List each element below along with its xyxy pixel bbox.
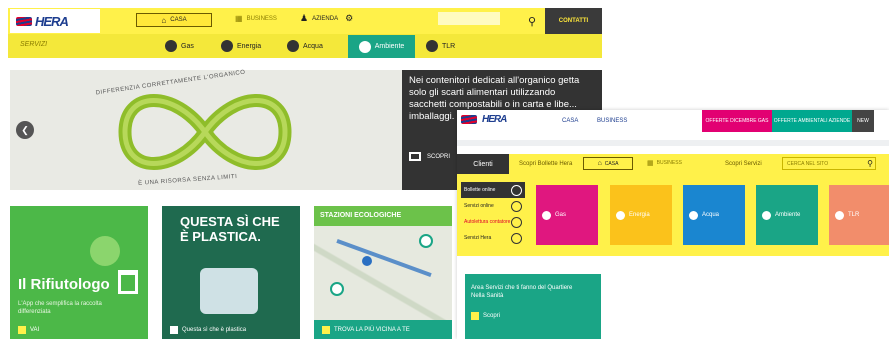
rifiutologo-subtitle: L'App che semplifica la raccolta differe… (18, 301, 102, 315)
right-site: HERA CASA BUSINESS OFFERTE DICEMBRE GAS … (457, 110, 889, 339)
right-top-link-business[interactable]: BUSINESS (597, 118, 627, 124)
tab-gas[interactable]: Gas (165, 38, 194, 54)
search-button[interactable]: ⚲ (520, 10, 544, 32)
right-logo[interactable]: HERA (461, 114, 507, 125)
plastica-card[interactable]: QUESTA SÌ CHE È PLASTICA. Questa sì che … (162, 206, 300, 339)
sub-nav-home[interactable]: ⌂ CASA (583, 157, 633, 170)
arrow-box-icon (170, 326, 178, 334)
rifiutologo-cta[interactable]: VAI (18, 326, 39, 334)
tab-ambiente[interactable]: Ambiente (348, 35, 415, 58)
contacts-button[interactable]: CONTATTI (545, 8, 602, 34)
info-box-text: Area Servizi che ti fanno del Quartiere … (471, 285, 573, 299)
leaf-icon (762, 210, 771, 220)
tile-ambiente[interactable]: Ambiente (756, 185, 818, 245)
home-icon: ⌂ (597, 160, 602, 167)
side-menu: Bollette online Servizi online Autolettu… (461, 182, 525, 248)
leaf-icon (358, 40, 371, 53)
circle-arrow-icon (511, 232, 522, 244)
stazioni-title: STAZIONI ECOLOGICHE (320, 212, 402, 219)
tile-energia[interactable]: Energia (610, 185, 672, 245)
building-icon: ▦ (235, 14, 243, 23)
sub-nav-right-link[interactable]: Scopri Servizi (725, 161, 762, 167)
offer-tab-gas[interactable]: OFFERTE DICEMBRE GAS (702, 110, 772, 132)
side-menu-item[interactable]: Servizi online (461, 198, 525, 214)
circle-arrow-icon (511, 200, 522, 212)
tab-acqua[interactable]: Acqua (287, 38, 323, 54)
logo[interactable]: HERA (10, 9, 100, 33)
side-menu-item[interactable]: Autolettura contatore (461, 214, 525, 230)
sub-nav-left-link[interactable]: Scopri Bollette Hera (519, 161, 572, 167)
stazioni-card[interactable]: STAZIONI ECOLOGICHE TROVA LA PIÙ VICINA … (314, 206, 452, 339)
circle-arrow-icon (511, 184, 522, 196)
info-box-cta[interactable]: Scopri (471, 312, 500, 320)
tab-energia[interactable]: Energia (221, 38, 261, 54)
chevron-left-icon: ❮ (21, 124, 29, 135)
search-input[interactable] (438, 12, 500, 25)
stazioni-cta[interactable]: TROVA LA PIÙ VICINA A TE (314, 320, 452, 339)
logo-wave-icon (16, 16, 32, 26)
sub-nav-business[interactable]: ▦ BUSINESS (647, 159, 682, 167)
info-box[interactable]: Area Servizi che ti fanno del Quartiere … (465, 274, 601, 339)
rifiutologo-card[interactable]: Il Rifiutologo L'App che semplifica la r… (10, 206, 148, 339)
rifiutologo-title: Il Rifiutologo (18, 276, 110, 293)
tab-tlr[interactable]: TLR (426, 38, 455, 54)
lightning-icon (221, 40, 233, 52)
logo-wave-icon (461, 115, 477, 124)
trash-bin-icon (118, 270, 138, 294)
circle-arrow-icon (511, 216, 522, 228)
right-top-link-casa[interactable]: CASA (562, 118, 578, 124)
tile-acqua[interactable]: Acqua (683, 185, 745, 245)
smiley-icon (90, 236, 120, 266)
building-icon: ▦ (647, 160, 654, 167)
plastica-title: QUESTA SÌ CHE È PLASTICA. (180, 214, 280, 244)
map-pin-icon (419, 234, 433, 248)
hero-cta-link[interactable]: SCOPRI (409, 152, 450, 161)
right-search-input[interactable]: CERCA NEL SITO ⚲ (782, 157, 876, 170)
services-label: SERVIZI (20, 41, 48, 48)
nav-home-button[interactable]: ⌂ CASA (136, 13, 212, 27)
offer-tab-ambientali[interactable]: OFFERTE AMBIENTALI AZIENDE (772, 110, 852, 132)
plastic-tray-image (200, 268, 258, 314)
clients-tab[interactable]: Clienti (457, 154, 509, 174)
side-menu-item[interactable]: Servizi Hera (461, 230, 525, 246)
map-pin-icon (362, 256, 372, 266)
arrow-box-icon (471, 312, 479, 320)
water-drop-icon (287, 40, 299, 52)
tile-tlr[interactable]: TLR (829, 185, 889, 245)
water-drop-icon (689, 210, 698, 220)
people-icon: ♟ (300, 13, 309, 23)
nav-company-link[interactable]: ♟ AZIENDA ⚙ (300, 13, 353, 24)
offer-tab-new[interactable]: NEW (852, 110, 874, 132)
gear-icon[interactable]: ⚙ (345, 13, 353, 24)
flame-icon (542, 210, 551, 220)
plastica-cta[interactable]: Questa sì che è plastica (170, 326, 246, 334)
lightning-icon (616, 210, 625, 220)
heating-icon (426, 40, 438, 52)
arrow-box-icon (18, 326, 26, 334)
home-icon: ⌂ (161, 15, 167, 25)
header-divider (457, 140, 889, 146)
flame-icon (165, 40, 177, 52)
arrow-box-icon (322, 325, 330, 334)
search-icon: ⚲ (867, 159, 873, 168)
nav-business-link[interactable]: ▦ BUSINESS (235, 14, 277, 23)
search-icon: ⚲ (527, 15, 537, 28)
tile-gas[interactable]: Gas (536, 185, 598, 245)
heating-icon (835, 210, 844, 220)
side-menu-item[interactable]: Bollette online (461, 182, 525, 198)
book-icon (409, 152, 421, 161)
hero-prev-button[interactable]: ❮ (16, 121, 34, 139)
map-pin-icon (330, 282, 344, 296)
